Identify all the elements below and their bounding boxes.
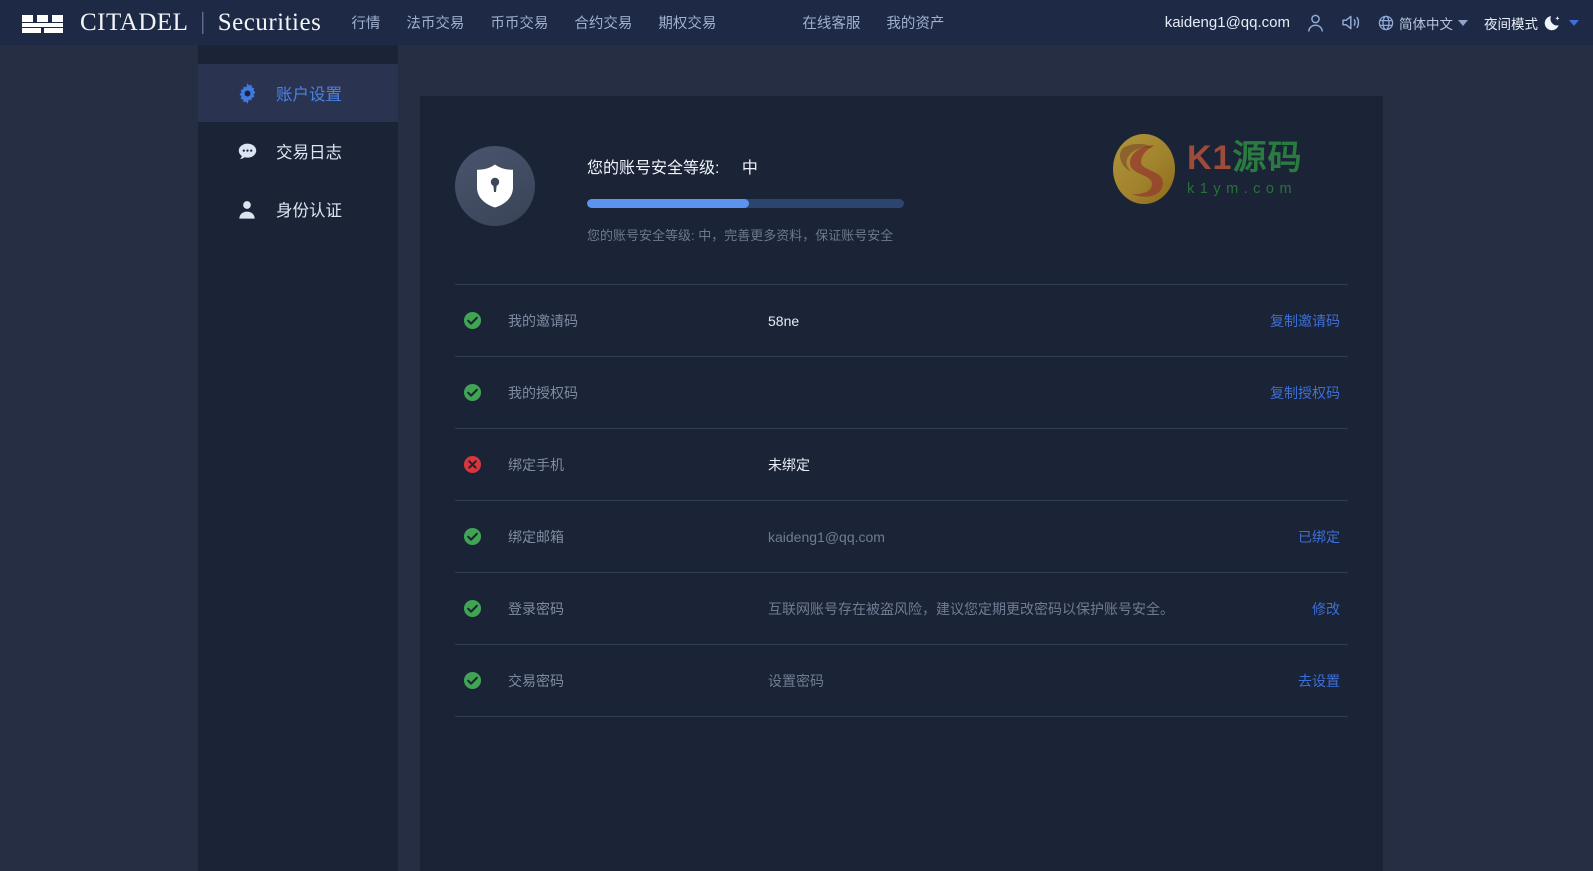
user-icon[interactable] <box>1306 13 1325 33</box>
brand-primary: CITADEL <box>80 8 189 36</box>
status-ok-icon <box>463 671 482 690</box>
person-icon <box>236 198 258 220</box>
nav-item-fiat-trading[interactable]: 法币交易 <box>406 12 464 33</box>
settings-row-action[interactable]: 去设置 <box>1298 671 1340 691</box>
sidebar-label-trade-log: 交易日志 <box>276 144 342 162</box>
settings-row: 我的授权码 复制授权码 <box>455 357 1348 429</box>
sidebar-label-identity-verification: 身份认证 <box>276 202 342 220</box>
settings-row-label: 我的授权码 <box>508 384 578 401</box>
sidebar-item-identity-verification[interactable]: 身份认证 <box>198 180 398 238</box>
settings-row-action[interactable]: 复制授权码 <box>1270 383 1340 403</box>
settings-row-action[interactable]: 已绑定 <box>1298 527 1340 547</box>
night-mode-label: 夜间模式 <box>1484 16 1538 32</box>
settings-row-label: 我的邀请码 <box>508 312 578 329</box>
settings-row-label: 绑定邮箱 <box>508 528 564 545</box>
settings-row-action[interactable]: 复制邀请码 <box>1270 311 1340 331</box>
settings-row-value: kaideng1@qq.com <box>768 528 885 545</box>
gear-icon <box>236 82 258 104</box>
sidebar-item-trade-log[interactable]: 交易日志 <box>198 122 398 180</box>
main-nav: 行情 法币交易 币币交易 合约交易 期权交易 在线客服 我的资产 <box>351 12 944 33</box>
globe-icon <box>1378 15 1394 30</box>
nav-item-options-trading[interactable]: 期权交易 <box>658 12 716 33</box>
status-fail-icon <box>463 455 482 474</box>
nav-item-futures-trading[interactable]: 合约交易 <box>574 12 632 33</box>
security-level-title: 您的账号安全等级: 中 <box>587 154 1383 178</box>
status-ok-icon <box>463 383 482 402</box>
nav-item-spot-trading[interactable]: 币币交易 <box>490 12 548 33</box>
security-level-prefix: 您的账号安全等级: <box>587 160 720 177</box>
header-right-cluster: kaideng1@qq.com 简体中文 夜间模式 <box>1165 13 1579 33</box>
settings-row-value: 未绑定 <box>768 456 810 473</box>
user-email[interactable]: kaideng1@qq.com <box>1165 14 1290 31</box>
language-label: 简体中文 <box>1399 16 1453 32</box>
brand-name: CITADEL | Securities <box>80 9 321 37</box>
settings-row: 绑定手机 未绑定 <box>455 429 1348 501</box>
settings-row-action[interactable]: 修改 <box>1312 599 1340 619</box>
settings-row-label: 交易密码 <box>508 672 564 689</box>
security-level-section: 您的账号安全等级: 中 您的账号安全等级: 中，完善更多资料，保证账号安全 <box>420 96 1383 244</box>
chevron-down-icon <box>1458 19 1468 26</box>
status-ok-icon <box>463 599 482 618</box>
status-ok-icon <box>463 311 482 330</box>
chat-bubble-icon <box>236 140 258 162</box>
settings-row-value: 互联网账号存在被盗风险，建议您定期更改密码以保护账号安全。 <box>768 600 1174 617</box>
account-sidebar: 账户设置 交易日志 身份认证 <box>198 45 398 871</box>
nav-item-markets[interactable]: 行情 <box>351 12 380 33</box>
top-header: CITADEL | Securities 行情 法币交易 币币交易 合约交易 期… <box>0 0 1593 45</box>
account-settings-rows: 我的邀请码 58ne 复制邀请码我的授权码 复制授权码绑定手机 未绑定绑定邮箱 kaide… <box>455 284 1348 717</box>
settings-row-label: 登录密码 <box>508 600 564 617</box>
settings-row: 登录密码 互联网账号存在被盗风险，建议您定期更改密码以保护账号安全。 修改 <box>455 573 1348 645</box>
brand-divider: | <box>200 9 206 35</box>
moon-icon <box>1544 16 1560 31</box>
settings-row-value: 设置密码 <box>768 672 824 689</box>
night-chevron-down-icon <box>1569 19 1579 26</box>
nav-item-online-support[interactable]: 在线客服 <box>802 12 860 33</box>
settings-row: 我的邀请码 58ne 复制邀请码 <box>455 285 1348 357</box>
night-mode-toggle[interactable]: 夜间模式 <box>1484 13 1579 33</box>
settings-row: 绑定邮箱 kaideng1@qq.com 已绑定 <box>455 501 1348 573</box>
sidebar-label-account-settings: 账户设置 <box>276 86 342 104</box>
security-level-note: 您的账号安全等级: 中，完善更多资料，保证账号安全 <box>587 228 894 243</box>
page-body: 账户设置 交易日志 身份认证 K1 源码 k1ym.com 您的账号安全等级: … <box>0 45 1593 871</box>
castle-battlement-icon <box>22 14 63 33</box>
nav-item-my-assets[interactable]: 我的资产 <box>886 12 944 33</box>
status-ok-icon <box>463 527 482 546</box>
security-progress-fill <box>587 199 749 208</box>
brand-secondary: Securities <box>217 8 322 36</box>
settings-row-value: 58ne <box>768 312 800 329</box>
speaker-icon[interactable] <box>1341 13 1362 32</box>
shield-badge <box>455 146 535 226</box>
security-progress-track <box>587 199 904 208</box>
brand-logo[interactable]: CITADEL | Securities <box>22 9 321 37</box>
settings-row: 交易密码 设置密码 去设置 <box>455 645 1348 717</box>
sidebar-item-account-settings[interactable]: 账户设置 <box>198 64 398 122</box>
language-selector[interactable]: 简体中文 <box>1378 13 1468 33</box>
shield-lock-icon <box>477 164 513 208</box>
account-settings-panel: K1 源码 k1ym.com 您的账号安全等级: 中 您的账号安全等级: 中，完… <box>420 96 1383 871</box>
security-level-value: 中 <box>741 160 758 177</box>
settings-row-label: 绑定手机 <box>508 456 564 473</box>
security-level-body: 您的账号安全等级: 中 您的账号安全等级: 中，完善更多资料，保证账号安全 <box>587 146 1383 244</box>
